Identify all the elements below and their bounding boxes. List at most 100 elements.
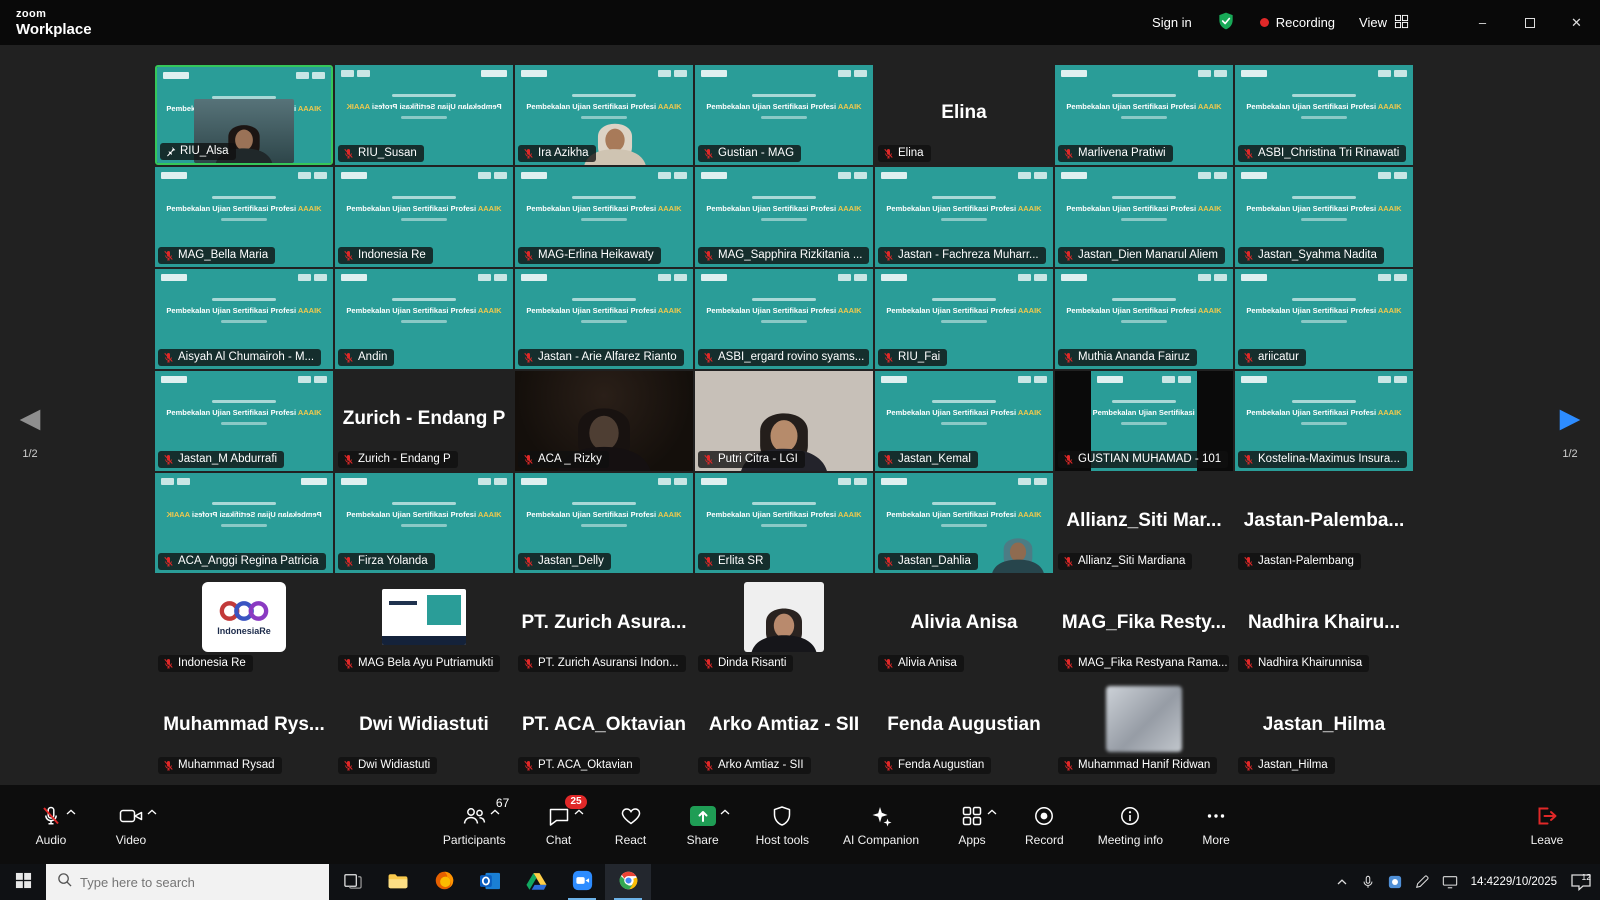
toolbar-host-tools-button[interactable]: Host tools [748, 803, 817, 847]
participant-name-label: Jastan - Arie Alfarez Rianto [518, 349, 684, 366]
tray-pen-icon[interactable] [1415, 875, 1429, 889]
participant-tile-ariicatur[interactable]: Pembekalan Ujian Sertifikasi Profesi AAA… [1235, 269, 1413, 369]
toolbar-audio-button[interactable]: Audio [24, 803, 78, 847]
participant-tile-aca-rizky[interactable]: ACA _ Rizky [515, 371, 693, 471]
tray-expand-chevron-icon[interactable] [1336, 878, 1348, 886]
outlook-button[interactable] [467, 864, 513, 900]
participant-tile-allianz-siti-mardiana[interactable]: Allianz_Siti Mar...Allianz_Siti Mardiana [1055, 473, 1233, 573]
toolbar-more-button[interactable]: More [1189, 803, 1243, 847]
participant-tile-jastan-m-abdurrafi[interactable]: Pembekalan Ujian Sertifikasi Profesi AAA… [155, 371, 333, 471]
participant-tile-jastan-delly[interactable]: Pembekalan Ujian Sertifikasi Profesi AAA… [515, 473, 693, 573]
slide-logo-icon [1162, 376, 1175, 383]
participant-name: Muhammad Hanif Ridwan [1078, 759, 1210, 771]
firefox-button[interactable] [421, 864, 467, 900]
chevron-up-icon[interactable] [987, 809, 997, 815]
toolbar-ai-companion-button[interactable]: AI Companion [835, 803, 927, 847]
previous-page-arrow-icon[interactable]: ◀ [8, 405, 52, 432]
participant-tile-asbi-christina-tri-rinawati[interactable]: Pembekalan Ujian Sertifikasi Profesi AAA… [1235, 65, 1413, 165]
participant-tile-nadhira-khairunnisa[interactable]: Nadhira Khairu...Nadhira Khairunnisa [1235, 575, 1413, 675]
start-button[interactable] [0, 864, 46, 900]
slide-title: Pembekalan Ujian Sertifikasi Profesi AAA… [157, 408, 331, 417]
toolbar-record-button[interactable]: Record [1017, 803, 1072, 847]
toolbar-chat-button[interactable]: 25Chat [532, 803, 586, 847]
participant-tile-riu-alsa[interactable]: Pembekalan Ujian Sertifikasi Profesi AAA… [155, 65, 333, 165]
chevron-up-icon[interactable] [147, 809, 157, 815]
minimize-button[interactable]: – [1459, 0, 1506, 45]
sign-in-button[interactable]: Sign in [1152, 15, 1192, 30]
participant-tile-kostelina-maximus-insura[interactable]: Pembekalan Ujian Sertifikasi Profesi AAA… [1235, 371, 1413, 471]
participant-tile-alivia-anisa[interactable]: Alivia AnisaAlivia Anisa [875, 575, 1053, 675]
slide-logo-icon [312, 72, 325, 79]
participant-tile-ira-azikha[interactable]: Pembekalan Ujian Sertifikasi Profesi AAA… [515, 65, 693, 165]
participant-tile-dinda-risanti[interactable]: Dinda Risanti [695, 575, 873, 675]
participant-tile-putri-citra-lgi[interactable]: Putri Citra - LGI [695, 371, 873, 471]
file-explorer-button[interactable] [375, 864, 421, 900]
toolbar-participants-button[interactable]: 67Participants [435, 803, 514, 847]
participant-tile-muhammad-hanif-ridwan[interactable]: Muhammad Hanif Ridwan [1055, 677, 1233, 777]
maximize-button[interactable] [1506, 0, 1553, 45]
chevron-up-icon[interactable] [720, 809, 730, 815]
participant-tile-andin[interactable]: Pembekalan Ujian Sertifikasi Profesi AAA… [335, 269, 513, 369]
participant-tile-pt-aca-oktavian[interactable]: PT. ACA_OktavianPT. ACA_Oktavian [515, 677, 693, 777]
participant-tile-indonesia-re[interactable]: Pembekalan Ujian Sertifikasi Profesi AAA… [335, 167, 513, 267]
participant-name: Jastan_Kemal [898, 453, 971, 465]
participant-tile-jastan-dien-manarul-aliem[interactable]: Pembekalan Ujian Sertifikasi Profesi AAA… [1055, 167, 1233, 267]
notification-center-button[interactable]: 12 [1570, 873, 1592, 891]
participant-tile-jastan-fachreza-muharr[interactable]: Pembekalan Ujian Sertifikasi Profesi AAA… [875, 167, 1053, 267]
security-shield-icon[interactable] [1216, 11, 1236, 34]
search-input[interactable] [80, 875, 300, 890]
task-view-button[interactable] [329, 864, 375, 900]
mic-muted-icon [163, 250, 174, 261]
participant-tile-marlivena-pratiwi[interactable]: Pembekalan Ujian Sertifikasi Profesi AAA… [1055, 65, 1233, 165]
participant-tile-jastan-dahlia[interactable]: Pembekalan Ujian Sertifikasi Profesi AAA… [875, 473, 1053, 573]
toolbar-video-button[interactable]: Video [104, 803, 158, 847]
chrome-button[interactable] [605, 864, 651, 900]
participant-tile-riu-susan[interactable]: Pembekalan Ujian Sertifikasi Profesi AAA… [335, 65, 513, 165]
toolbar-react-button[interactable]: React [604, 803, 658, 847]
participant-tile-asbi-ergard-rovino-syams[interactable]: Pembekalan Ujian Sertifikasi Profesi AAA… [695, 269, 873, 369]
tray-display-icon[interactable] [1442, 875, 1458, 889]
view-button[interactable]: View [1359, 14, 1409, 32]
participant-tile-mag-bela-ayu-putriamukti[interactable]: MAG Bela Ayu Putriamukti [335, 575, 513, 675]
participant-tile-muhammad-rysad[interactable]: Muhammad Rys...Muhammad Rysad [155, 677, 333, 777]
toolbar-share-button[interactable]: Share [676, 803, 730, 847]
participant-tile-erlita-sr[interactable]: Pembekalan Ujian Sertifikasi Profesi AAA… [695, 473, 873, 573]
participant-name: Nadhira Khairunnisa [1258, 657, 1362, 669]
participant-tile-jastan-arie-alfarez-rianto[interactable]: Pembekalan Ujian Sertifikasi Profesi AAA… [515, 269, 693, 369]
participant-tile-indonesia-re[interactable]: IndonesiaReIndonesia Re [155, 575, 333, 675]
participant-tile-fenda-augustian[interactable]: Fenda AugustianFenda Augustian [875, 677, 1053, 777]
participant-tile-muthia-ananda-fairuz[interactable]: Pembekalan Ujian Sertifikasi Profesi AAA… [1055, 269, 1233, 369]
toolbar-leave-button[interactable]: Leave [1520, 803, 1574, 847]
participant-tile-jastan-kemal[interactable]: Pembekalan Ujian Sertifikasi Profesi AAA… [875, 371, 1053, 471]
participant-tile-jastan-palembang[interactable]: Jastan-Palemba...Jastan-Palembang [1235, 473, 1413, 573]
close-button[interactable]: ✕ [1553, 0, 1600, 45]
participant-tile-elina[interactable]: ElinaElina [875, 65, 1053, 165]
participant-tile-mag-erlina-heikawaty[interactable]: Pembekalan Ujian Sertifikasi Profesi AAA… [515, 167, 693, 267]
zoom-app-button[interactable] [559, 864, 605, 900]
mic-muted-icon [523, 352, 534, 363]
participant-tile-jastan-syahma-nadita[interactable]: Pembekalan Ujian Sertifikasi Profesi AAA… [1235, 167, 1413, 267]
google-drive-button[interactable] [513, 864, 559, 900]
participant-tile-gustian-muhamad-101[interactable]: Pembekalan Ujian Sertifikasi Profesi AAA… [1055, 371, 1233, 471]
participant-tile-pt-zurich-asuransi-indon[interactable]: PT. Zurich Asura...PT. Zurich Asuransi I… [515, 575, 693, 675]
participant-tile-mag-sapphira-rizkitania[interactable]: Pembekalan Ujian Sertifikasi Profesi AAA… [695, 167, 873, 267]
tray-app-icon[interactable] [1388, 875, 1402, 889]
participant-tile-gustian-mag[interactable]: Pembekalan Ujian Sertifikasi Profesi AAA… [695, 65, 873, 165]
participant-tile-aca-anggi-regina-patricia[interactable]: Pembekalan Ujian Sertifikasi Profesi AAA… [155, 473, 333, 573]
participant-tile-riu-fai[interactable]: Pembekalan Ujian Sertifikasi Profesi AAA… [875, 269, 1053, 369]
toolbar-apps-button[interactable]: Apps [945, 803, 999, 847]
toolbar-meeting-info-button[interactable]: Meeting info [1090, 803, 1171, 847]
participant-tile-jastan-hilma[interactable]: Jastan_HilmaJastan_Hilma [1235, 677, 1413, 777]
chevron-up-icon[interactable] [66, 809, 76, 815]
tray-mic-icon[interactable] [1361, 875, 1375, 889]
taskbar-search[interactable] [46, 864, 329, 900]
participant-tile-firza-yolanda[interactable]: Pembekalan Ujian Sertifikasi Profesi AAA… [335, 473, 513, 573]
participant-tile-mag-fika-restyana-rama[interactable]: MAG_Fika Resty...MAG_Fika Restyana Rama.… [1055, 575, 1233, 675]
participant-tile-dwi-widiastuti[interactable]: Dwi WidiastutiDwi Widiastuti [335, 677, 513, 777]
participant-tile-mag-bella-maria[interactable]: Pembekalan Ujian Sertifikasi Profesi AAA… [155, 167, 333, 267]
chevron-up-icon[interactable] [574, 809, 584, 815]
participant-tile-zurich-endang-p[interactable]: Zurich - Endang PZurich - Endang P [335, 371, 513, 471]
participant-tile-arko-amtiaz-sii[interactable]: Arko Amtiaz - SIIArko Amtiaz - SII [695, 677, 873, 777]
participant-tile-aisyah-al-chumairoh-m[interactable]: Pembekalan Ujian Sertifikasi Profesi AAA… [155, 269, 333, 369]
next-page-arrow-icon[interactable]: ▶ [1548, 405, 1592, 432]
